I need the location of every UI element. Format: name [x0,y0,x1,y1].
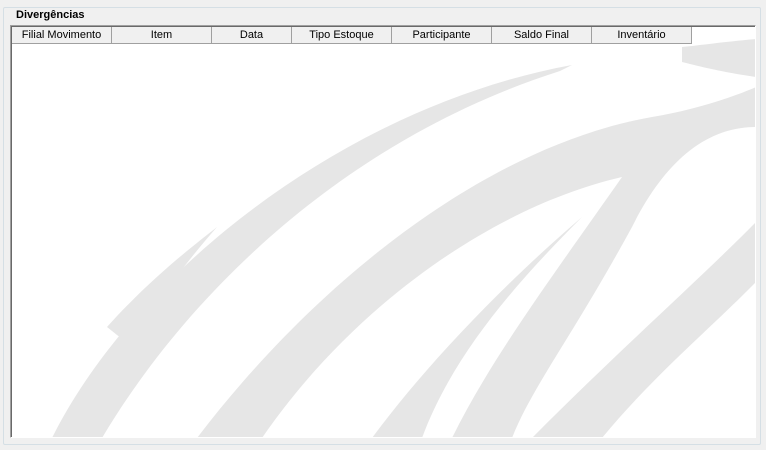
column-header-participante[interactable]: Participante [392,27,492,44]
column-header-saldo-final[interactable]: Saldo Final [492,27,592,44]
column-header-filial-movimento[interactable]: Filial Movimento [12,27,112,44]
column-header-tipo-estoque[interactable]: Tipo Estoque [292,27,392,44]
column-header-data[interactable]: Data [212,27,292,44]
column-header-inventario[interactable]: Inventário [592,27,692,44]
grid-header-row: Filial Movimento Item Data Tipo Estoque … [12,27,692,44]
divergencias-grid[interactable]: Filial Movimento Item Data Tipo Estoque … [10,25,756,438]
watermark-swoosh-logo [52,39,755,437]
column-header-item[interactable]: Item [112,27,212,44]
groupbox-title: Divergências [14,9,87,22]
